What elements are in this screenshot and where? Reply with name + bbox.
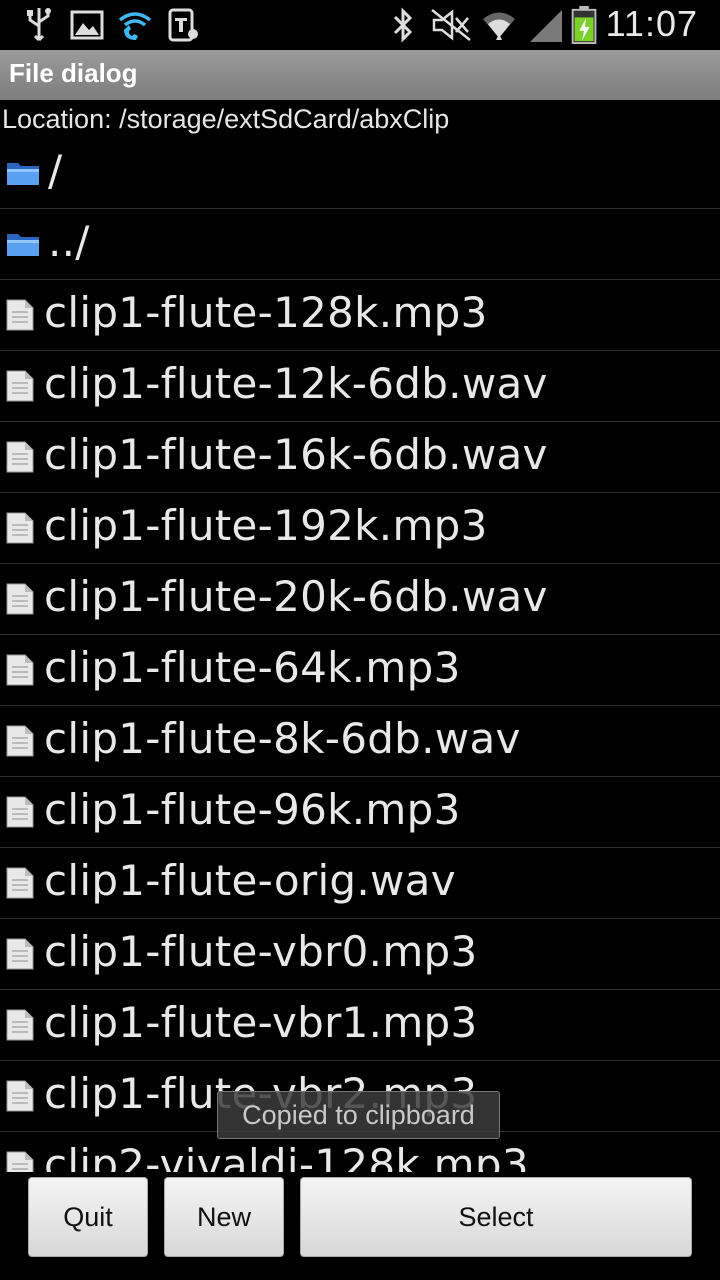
entry-name: clip1-flute-12k-6db.wav [44, 359, 548, 408]
file-icon [5, 724, 35, 762]
file-row[interactable]: clip1-flute-orig.wav [0, 848, 720, 919]
entry-name: clip1-flute-vbr0.mp3 [44, 927, 478, 976]
file-icon [5, 795, 35, 833]
file-icon [5, 653, 35, 691]
select-button[interactable]: Select [300, 1177, 692, 1257]
usb-icon [27, 8, 51, 42]
location-path: Location: /storage/extSdCard/abxClip [2, 104, 450, 134]
file-icon [5, 582, 35, 620]
file-row[interactable]: clip1-flute-vbr1.mp3 [0, 990, 720, 1061]
dialog-title: File dialog [9, 58, 138, 88]
entry-name: clip1-flute-64k.mp3 [44, 643, 461, 692]
toast-message: Copied to clipboard [217, 1091, 500, 1139]
folder-row[interactable]: / [0, 138, 720, 209]
file-icon [5, 298, 35, 336]
file-icon [5, 1079, 35, 1117]
entry-name: clip1-flute-vbr1.mp3 [44, 998, 478, 1047]
wifi-call-icon [118, 12, 152, 40]
file-icon [5, 1008, 35, 1046]
file-row[interactable]: clip1-flute-8k-6db.wav [0, 706, 720, 777]
bluetooth-icon [393, 7, 413, 43]
entry-name: clip1-flute-96k.mp3 [44, 785, 461, 834]
signal-icon [530, 10, 562, 42]
file-row[interactable]: clip1-flute-64k.mp3 [0, 635, 720, 706]
wifi-icon [483, 12, 515, 40]
file-icon [5, 369, 35, 407]
folder-icon [6, 231, 40, 261]
file-icon [5, 511, 35, 549]
clock: 11:07 [605, 3, 698, 44]
tmobile-icon [168, 8, 198, 42]
file-row[interactable]: clip1-flute-20k-6db.wav [0, 564, 720, 635]
file-row[interactable]: clip1-flute-12k-6db.wav [0, 351, 720, 422]
file-list[interactable]: / ../ clip1-flute-128k.mp3 clip1-flute-12k-… [0, 138, 720, 1172]
button-bar: Quit New Select [0, 1172, 720, 1280]
entry-name: clip2-vivaldi-128k.mp3 [44, 1140, 529, 1172]
file-icon [5, 866, 35, 904]
file-row[interactable]: clip1-flute-128k.mp3 [0, 280, 720, 351]
entry-name: clip1-flute-20k-6db.wav [44, 572, 548, 621]
new-button[interactable]: New [164, 1177, 284, 1257]
folder-icon [6, 160, 40, 190]
battery-charging-icon [571, 6, 597, 44]
file-icon [5, 440, 35, 478]
file-row[interactable]: clip1-flute-vbr0.mp3 [0, 919, 720, 990]
file-row[interactable]: clip1-flute-16k-6db.wav [0, 422, 720, 493]
entry-name: clip1-flute-orig.wav [44, 856, 456, 905]
mute-icon [431, 9, 471, 41]
file-row[interactable]: clip1-flute-192k.mp3 [0, 493, 720, 564]
file-icon [5, 1150, 35, 1172]
status-bar: 11:07 [0, 0, 720, 50]
entry-name: clip1-flute-128k.mp3 [44, 288, 488, 337]
quit-button[interactable]: Quit [28, 1177, 148, 1257]
entry-name: ../ [48, 217, 90, 266]
image-icon [70, 10, 104, 40]
file-icon [5, 937, 35, 975]
entry-name: clip1-flute-192k.mp3 [44, 501, 488, 550]
entry-name: / [48, 146, 63, 195]
title-bar: File dialog [0, 50, 720, 100]
entry-name: clip1-flute-16k-6db.wav [44, 430, 548, 479]
entry-name: clip1-flute-8k-6db.wav [44, 714, 521, 763]
file-row[interactable]: clip1-flute-96k.mp3 [0, 777, 720, 848]
folder-row[interactable]: ../ [0, 209, 720, 280]
